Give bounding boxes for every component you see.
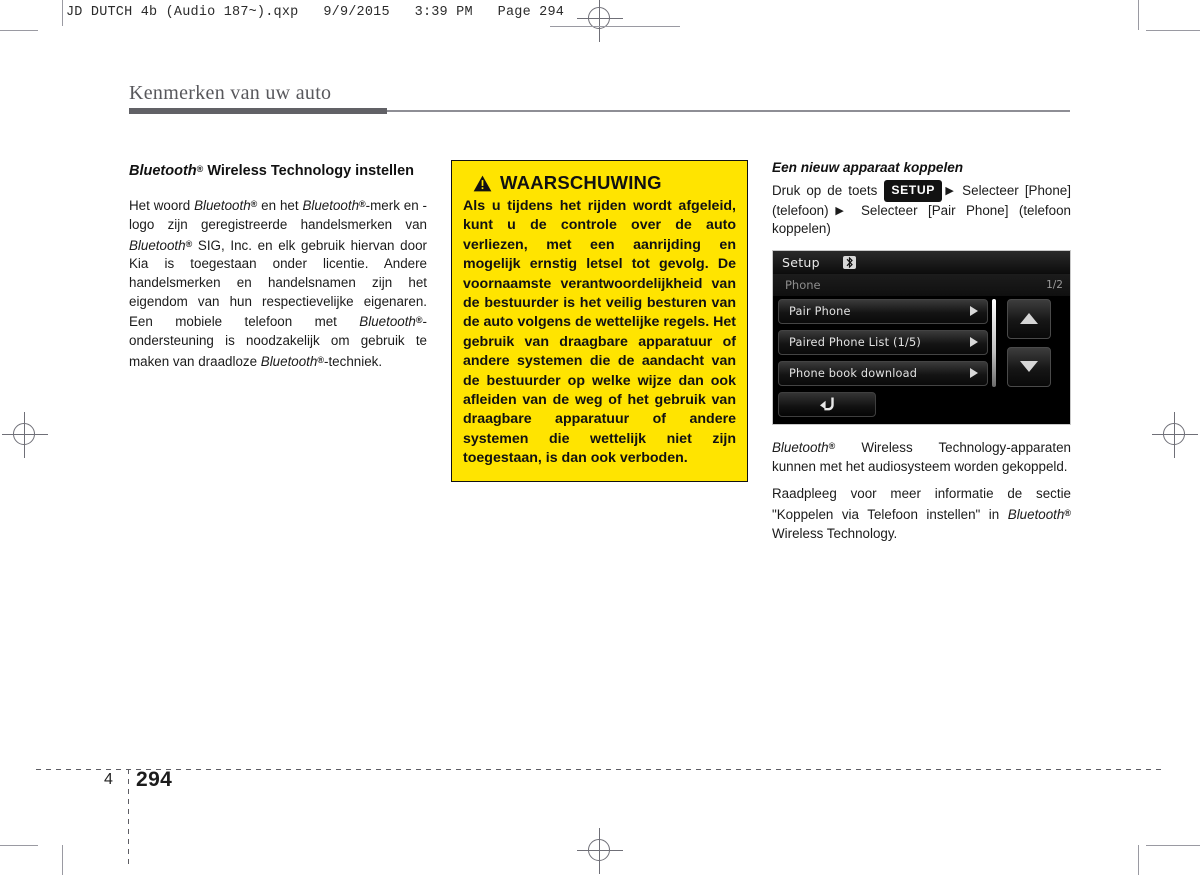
device-sub-bar: Phone 1/2 xyxy=(773,273,1070,296)
instruction-pre: Druk op de toets xyxy=(772,183,884,198)
left-column: Bluetooth® Wireless Technology instellen… xyxy=(129,160,427,381)
registration-mark-bottom xyxy=(577,828,623,874)
trademark-paragraph: Het woord Bluetooth® en het Bluetooth®-m… xyxy=(129,198,427,369)
section-heading: Bluetooth® Wireless Technology instellen xyxy=(129,160,427,181)
section-heading-brand: Bluetooth xyxy=(129,163,197,180)
device-scroll-down-button[interactable] xyxy=(1007,346,1051,387)
crop-line-bottom-right-horizontal xyxy=(1146,845,1200,846)
crop-line-bottom-right-vertical xyxy=(1138,845,1139,875)
device-back-button[interactable] xyxy=(778,391,876,417)
warning-body: Als u tijdens het rijden wordt afgeleid,… xyxy=(463,198,736,467)
chevron-right-icon xyxy=(970,306,978,317)
pairing-instruction: Druk op de toets SETUP ▶ Selecteer [Phone… xyxy=(772,180,1071,239)
folio-chapter-number: 4 xyxy=(104,771,113,788)
device-title: Setup xyxy=(782,254,820,270)
triangle-up-icon xyxy=(1020,313,1038,325)
folio-page-number: 294 xyxy=(136,768,173,791)
crop-line-top-right-vertical xyxy=(1138,0,1139,30)
crop-line-top-left-horizontal xyxy=(0,30,38,31)
footer-divider xyxy=(128,769,129,864)
printer-slug: JD DUTCH 4b (Audio 187~).qxp 9/9/2015 3:… xyxy=(66,5,565,20)
device-menu-item-label: Phone book download xyxy=(789,366,918,380)
crop-line-bottom-left-vertical xyxy=(62,845,63,875)
device-menu-item-paired-phone-list[interactable]: Paired Phone List (1/5) xyxy=(778,329,988,355)
back-arrow-icon xyxy=(820,397,834,411)
footer-rule xyxy=(36,769,1164,770)
setup-key-button[interactable]: SETUP xyxy=(884,180,942,202)
device-sub-label: Phone xyxy=(785,277,821,292)
warning-title: WAARSCHUWING xyxy=(500,172,662,193)
pairing-paragraph-2: Raadpleeg voor meer informatie de sectie… xyxy=(772,486,1071,541)
chevron-right-icon xyxy=(970,368,978,379)
device-title-bar: Setup xyxy=(773,250,1070,274)
registration-mark-top xyxy=(577,0,623,42)
crop-line-top-right-horizontal xyxy=(1146,30,1200,31)
device-menu-item-pair-phone[interactable]: Pair Phone xyxy=(778,298,988,324)
pairing-paragraph-1: Bluetooth® Wireless Technology-apparaten… xyxy=(772,440,1071,474)
device-menu-item-label: Paired Phone List (1/5) xyxy=(789,335,921,349)
warning-box: WAARSCHUWING Als u tijdens het rijden wo… xyxy=(451,160,748,482)
device-page-indicator: 1/2 xyxy=(1046,278,1063,291)
triangle-down-icon xyxy=(1020,361,1038,373)
chevron-right-icon xyxy=(970,337,978,348)
device-menu-list: Pair Phone Paired Phone List (1/5) Phone… xyxy=(778,298,988,392)
middle-column: WAARSCHUWING Als u tijdens het rijden wo… xyxy=(451,160,748,482)
registration-mark-right xyxy=(1152,412,1198,458)
device-screenshot: Setup Phone 1/2 Pair Phone Paired Phone … xyxy=(772,249,1071,425)
crop-line-bottom-left-horizontal xyxy=(0,845,38,846)
registration-mark-left xyxy=(2,412,48,458)
crop-line-left-vertical xyxy=(62,0,63,26)
warning-triangle-icon xyxy=(473,175,492,191)
crop-line-slug-underline xyxy=(550,26,680,27)
step-arrow-icon-2: ▶ xyxy=(828,204,851,217)
device-scroll-up-button[interactable] xyxy=(1007,298,1051,339)
device-menu-item-label: Pair Phone xyxy=(789,304,851,318)
warning-header: WAARSCHUWING xyxy=(473,172,736,194)
section-heading-rest: Wireless Technology instellen xyxy=(203,163,415,180)
device-menu-item-phone-book-download[interactable]: Phone book download xyxy=(778,360,988,386)
step-arrow-icon-1: ▶ xyxy=(942,185,957,197)
page-title: Kenmerken van uw auto xyxy=(129,82,332,104)
right-column: Een nieuw apparaat koppelen Druk op de t… xyxy=(772,160,1071,552)
device-scrollbar[interactable] xyxy=(992,298,996,387)
bluetooth-icon xyxy=(842,255,856,269)
chapter-rule xyxy=(129,108,1070,114)
subsection-heading: Een nieuw apparaat koppelen xyxy=(772,160,964,175)
